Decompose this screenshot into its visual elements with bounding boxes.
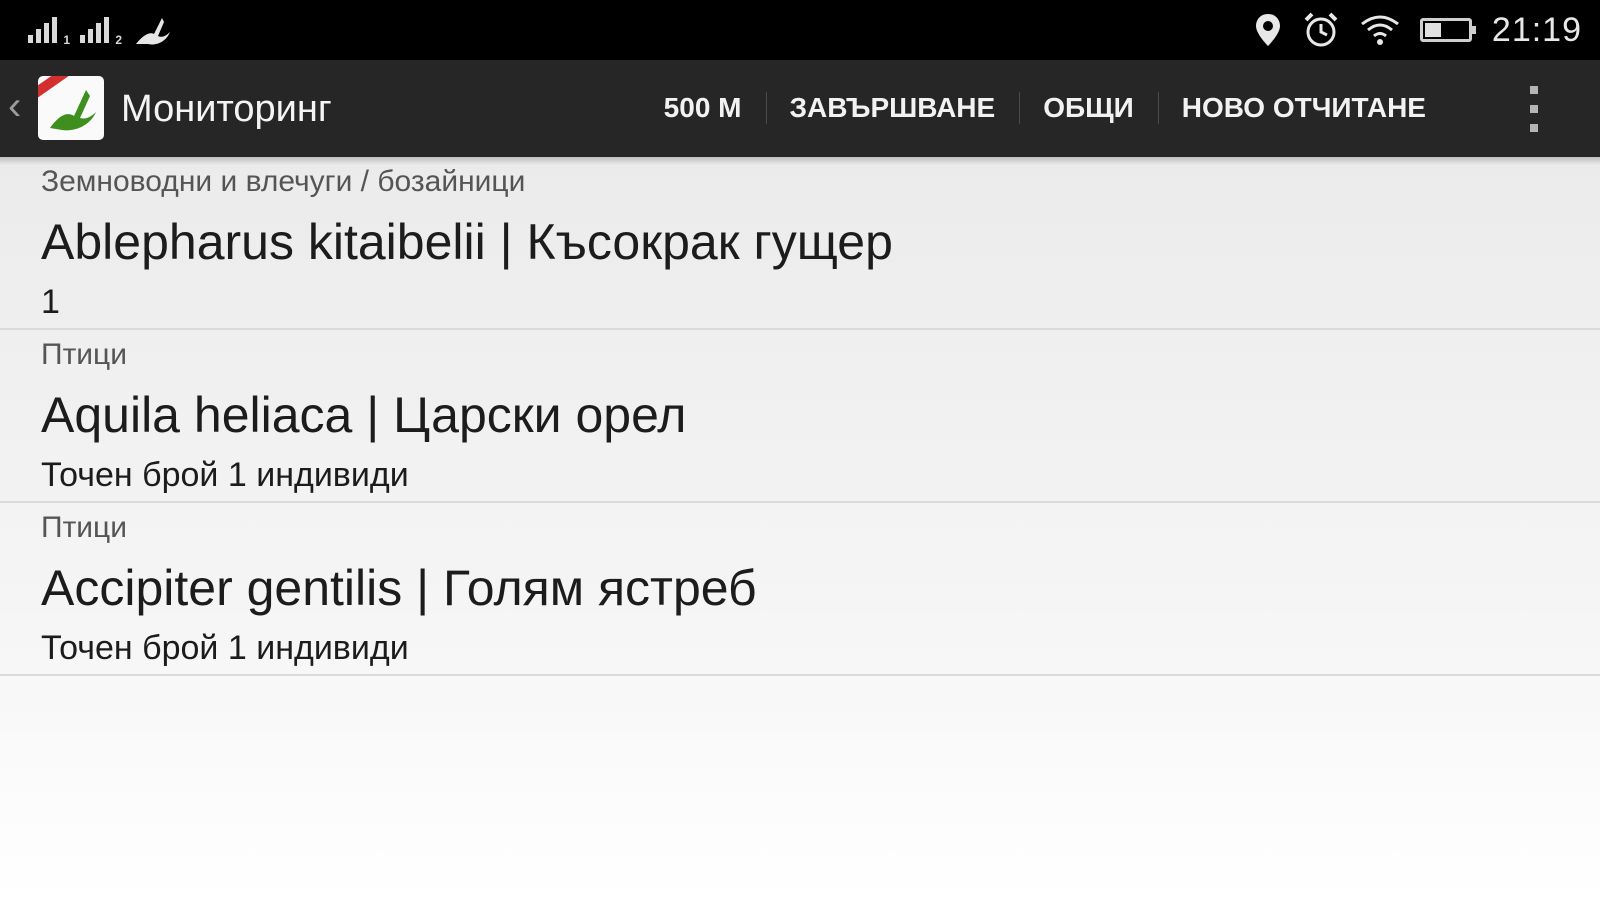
signal-slot-label: 1: [63, 33, 70, 47]
list-item[interactable]: Земноводни и влечуги / бозайници Ablepha…: [0, 157, 1600, 330]
new-count-button[interactable]: НОВО ОТЧИТАНЕ: [1157, 80, 1450, 136]
bird-notification-icon: [136, 18, 170, 45]
signal-icon: 2: [80, 15, 122, 47]
wifi-icon: [1360, 15, 1399, 45]
finish-button[interactable]: ЗАВЪРШВАНЕ: [765, 80, 1020, 136]
app-title: Мониторинг: [121, 88, 332, 130]
action-bar: ‹ Мониторинг 500 М ЗАВЪРШВАНЕ ОБЩИ НОВО …: [0, 60, 1600, 157]
app-logo-icon[interactable]: [38, 76, 104, 140]
item-category: Птици: [41, 511, 128, 544]
status-left: 1 2: [28, 14, 172, 48]
observation-list: Земноводни и влечуги / бозайници Ablepha…: [0, 157, 1600, 900]
overflow-menu-icon[interactable]: [1524, 82, 1544, 136]
battery-icon: [1419, 18, 1476, 42]
location-pin-icon: [1255, 14, 1280, 46]
status-time: 21:19: [1491, 10, 1582, 49]
item-category: Земноводни и влечуги / бозайници: [41, 165, 526, 198]
back-caret-icon[interactable]: ‹: [8, 86, 21, 126]
item-species-name: Ablepharus kitaibelii | Късокрак гущер: [41, 214, 893, 270]
alarm-clock-icon: [1304, 12, 1338, 47]
distance-500m-button[interactable]: 500 М: [640, 80, 766, 136]
status-bar: 1 2 2 1:19: [0, 0, 1600, 60]
status-right: 21:19: [1254, 8, 1582, 52]
signal-slot-label: 2: [115, 33, 122, 47]
item-count: Точен брой 1 индивиди: [41, 629, 409, 667]
list-item[interactable]: Птици Accipiter gentilis | Голям ястреб …: [0, 503, 1600, 676]
item-count: 1: [41, 283, 60, 321]
item-species-name: Aquila heliaca | Царски орел: [41, 387, 687, 443]
item-category: Птици: [41, 338, 128, 371]
item-species-name: Accipiter gentilis | Голям ястреб: [41, 560, 757, 616]
action-bar-shadow: [0, 157, 1600, 165]
action-buttons: 500 М ЗАВЪРШВАНЕ ОБЩИ НОВО ОТЧИТАНЕ: [640, 80, 1450, 136]
general-button[interactable]: ОБЩИ: [1019, 80, 1158, 136]
list-item[interactable]: Птици Aquila heliaca | Царски орел Точен…: [0, 330, 1600, 503]
signal-icon: 1: [28, 15, 70, 47]
item-count: Точен брой 1 индивиди: [41, 456, 409, 494]
